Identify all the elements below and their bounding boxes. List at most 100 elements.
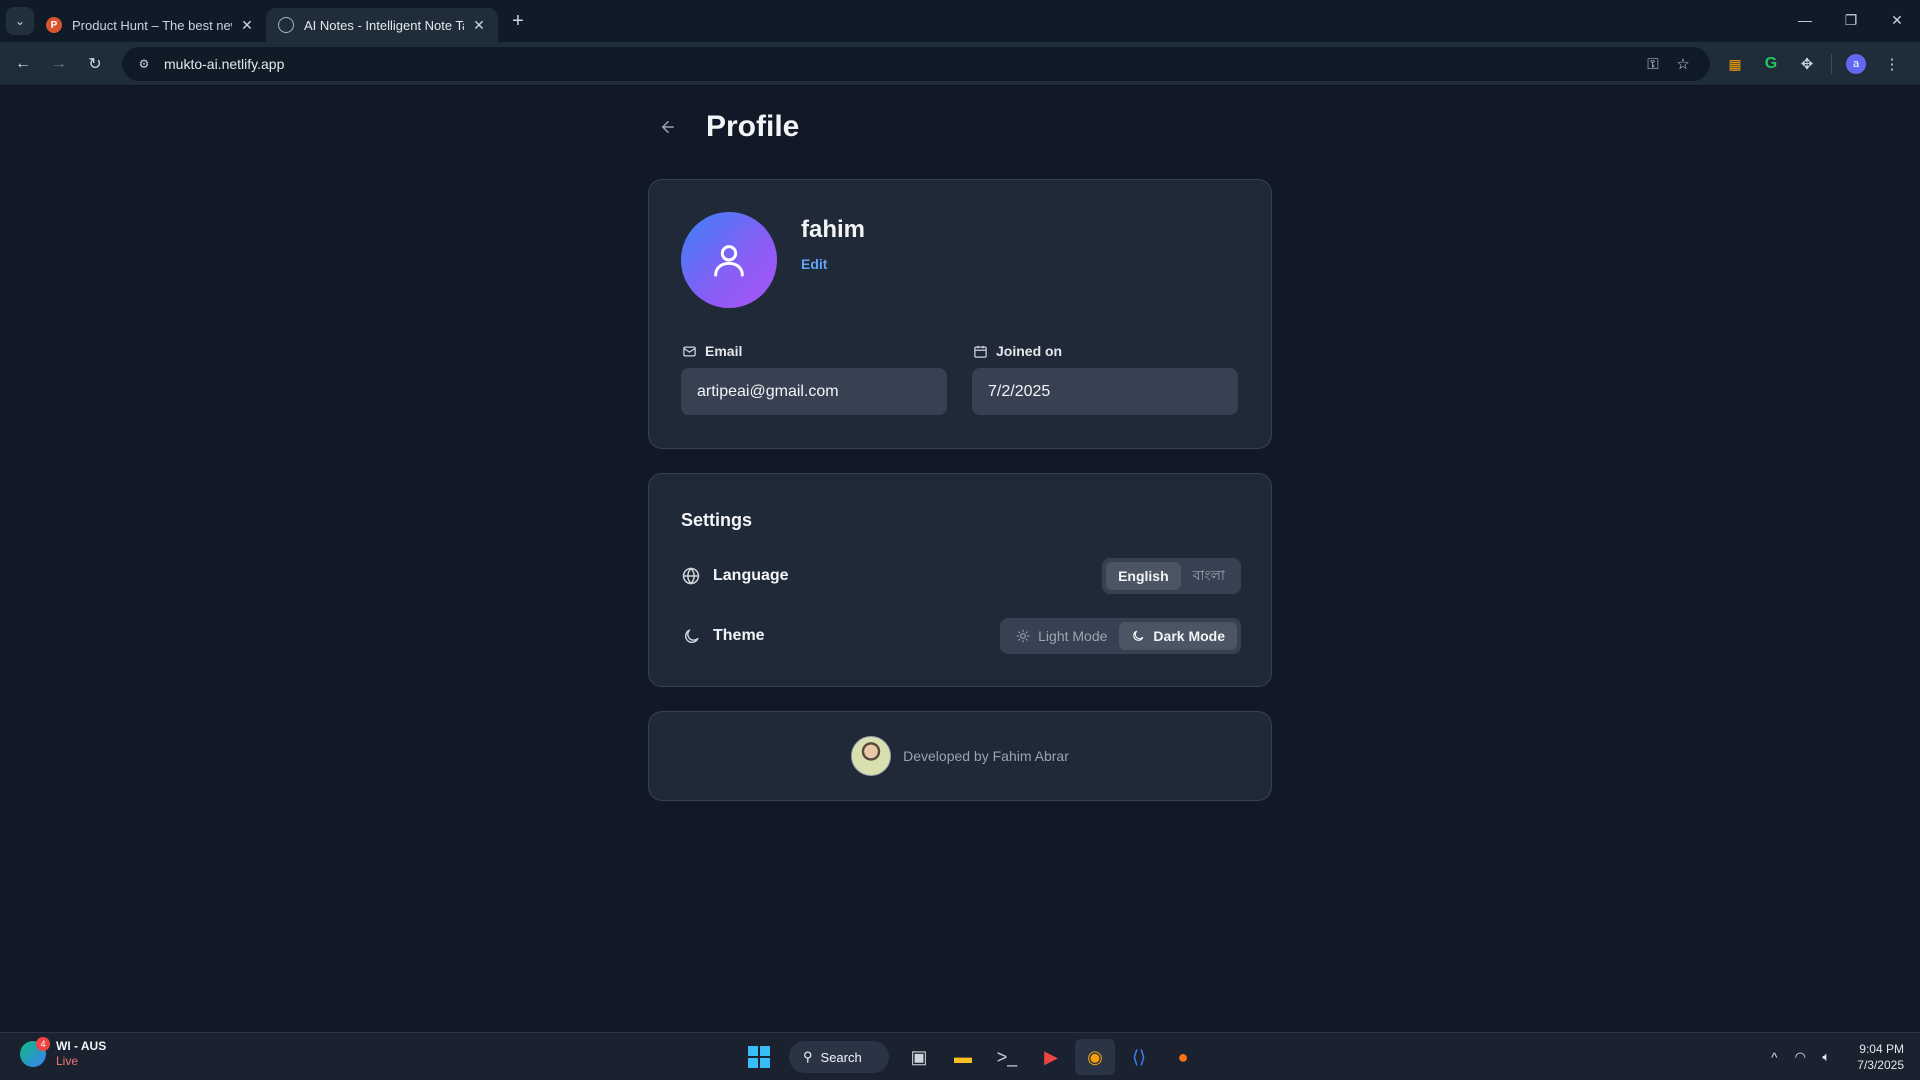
weather-widget[interactable]: 4 WI - AUS Live [20,1037,107,1069]
file-explorer-icon[interactable]: ▬ [943,1039,983,1075]
youtube-icon[interactable]: ▶ [1031,1039,1071,1075]
email-value: artipeai@gmail.com [681,368,947,415]
theme-setting: Theme Light Mode Dark Mode [681,618,1241,654]
theme-option-light[interactable]: Light Mode [1004,622,1119,650]
language-option-english[interactable]: English [1106,562,1181,590]
arrow-left-icon [662,121,674,133]
notification-badge: 4 [36,1037,50,1051]
chevron-down-icon: ⌄ [14,14,26,28]
clock[interactable]: 9:04 PM 7/3/2025 [1857,1041,1904,1073]
theme-option-dark[interactable]: Dark Mode [1119,622,1237,650]
clock-date: 7/3/2025 [1857,1058,1904,1072]
password-key-icon[interactable]: ⚿ [1638,56,1668,73]
wifi-icon[interactable]: ◠ [1787,1049,1813,1065]
page-title: Profile [706,110,800,143]
settings-title: Settings [681,510,753,530]
grammarly-extension-icon[interactable]: G [1753,49,1789,79]
joined-value: 7/2/2025 [972,368,1238,415]
developer-card: Developed by Fahim Abrar [648,711,1272,801]
restore-icon[interactable]: ❐ [1828,0,1874,40]
taskbar-search-label: Search [820,1049,862,1065]
address-bar[interactable]: ⚙ mukto-ai.netlify.app ⚿ ☆ [122,47,1710,81]
sun-icon [1016,629,1030,643]
joined-field: Joined on 7/2/2025 [972,342,1238,415]
tab-title: AI Notes - Intelligent Note Taki [304,17,464,33]
chrome-icon[interactable]: ◉ [1075,1039,1115,1075]
avatar [681,212,777,308]
windows-logo-icon [748,1046,770,1068]
browser-toolbar: ← → ↻ ⚙ mukto-ai.netlify.app ⚿ ☆ ▦ G ✥ a… [0,42,1920,86]
taskbar-apps: ⚲ Search ▣ ▬ >_ ▶ ◉ ⟨⟩ ● [737,1039,1205,1075]
tab-product-hunt[interactable]: P Product Hunt – The best new p ✕ [34,8,266,42]
plus-icon: + [512,9,524,32]
back-button[interactable]: ← [6,47,40,81]
extensions-area: ▦ G ✥ a ⋮ [1717,49,1910,79]
arrow-left-icon: ← [15,54,31,72]
weather-title: WI - AUS [56,1039,107,1053]
url-text: mukto-ai.netlify.app [164,56,285,72]
close-window-icon[interactable]: ✕ [1874,0,1920,40]
theme-label: Theme [713,627,765,644]
email-label: Email [681,342,947,360]
calendar-icon [972,343,988,359]
developer-credit: Developed by Fahim Abrar [903,748,1069,764]
tab-search-button[interactable]: ⌄ [6,7,34,35]
globe-icon [278,17,294,33]
start-button[interactable] [739,1039,779,1075]
mail-icon [681,343,697,359]
forward-button[interactable]: → [42,47,76,81]
system-tray: ^ ◠ 🔈︎ 9:04 PM 7/3/2025 [1761,1039,1904,1075]
bookmark-star-icon[interactable]: ☆ [1668,55,1698,73]
close-icon[interactable]: ✕ [470,17,488,34]
clock-time: 9:04 PM [1859,1042,1904,1056]
edit-profile-link[interactable]: Edit [801,256,827,272]
more-menu-icon[interactable]: ⋮ [1874,49,1910,79]
task-view-icon[interactable]: ▣ [899,1039,939,1075]
theme-toggle: Light Mode Dark Mode [1000,618,1241,654]
language-toggle: English বাংলা [1102,558,1241,594]
user-icon [714,245,744,277]
page-header: Profile [648,105,799,149]
email-label-text: Email [705,343,743,359]
chevron-up-icon[interactable]: ^ [1761,1050,1787,1065]
puzzle-extensions-icon[interactable]: ✥ [1789,49,1825,79]
language-label: Language [713,567,789,584]
theme-option-dark-label: Dark Mode [1153,628,1225,644]
moon-icon [681,626,701,646]
profile-avatar-icon[interactable]: a [1846,54,1866,74]
color-grid-extension-icon[interactable]: ▦ [1717,49,1753,79]
profile-card: fahim Edit Email artipeai@gmail.com Join… [648,179,1272,449]
toolbar-divider [1831,54,1832,74]
arrow-right-icon: → [51,54,67,72]
theme-option-light-label: Light Mode [1038,628,1108,644]
reload-icon: ↻ [88,55,102,73]
weather-icon: 4 [20,1037,50,1067]
terminal-icon[interactable]: >_ [987,1039,1027,1075]
close-icon[interactable]: ✕ [238,17,256,34]
page-back-button[interactable] [650,109,686,145]
moon-icon [1131,629,1145,643]
minimize-icon[interactable]: — [1782,0,1828,40]
settings-card: Settings Language English বাংলা Theme Li… [648,473,1272,687]
site-info-icon[interactable]: ⚙ [134,54,154,74]
new-tab-button[interactable]: + [504,7,532,35]
email-field: Email artipeai@gmail.com [681,342,947,415]
app-orange-icon[interactable]: ● [1163,1039,1203,1075]
browser-tab-bar: ⌄ P Product Hunt – The best new p ✕ AI N… [0,0,1920,42]
reload-button[interactable]: ↻ [78,47,112,81]
developer-avatar [851,736,892,776]
tab-ai-notes[interactable]: AI Notes - Intelligent Note Taki ✕ [266,8,498,42]
search-icon: ⚲ [803,1049,813,1064]
tab-title: Product Hunt – The best new p [72,17,232,33]
taskbar: 4 WI - AUS Live ⚲ Search ▣ ▬ >_ ▶ ◉ ⟨⟩ ●… [0,1032,1920,1080]
joined-label: Joined on [972,342,1238,360]
page-content: Profile fahim Edit Email artipeai@gmail.… [0,87,1920,1032]
vscode-icon[interactable]: ⟨⟩ [1119,1039,1159,1075]
profile-name: fahim [801,216,866,243]
weather-status: Live [56,1054,79,1068]
taskbar-search[interactable]: ⚲ Search [789,1041,889,1073]
volume-icon[interactable]: 🔈︎ [1813,1049,1839,1065]
language-option-bangla[interactable]: বাংলা [1181,562,1237,590]
product-hunt-icon: P [46,17,62,33]
joined-label-text: Joined on [996,343,1063,359]
